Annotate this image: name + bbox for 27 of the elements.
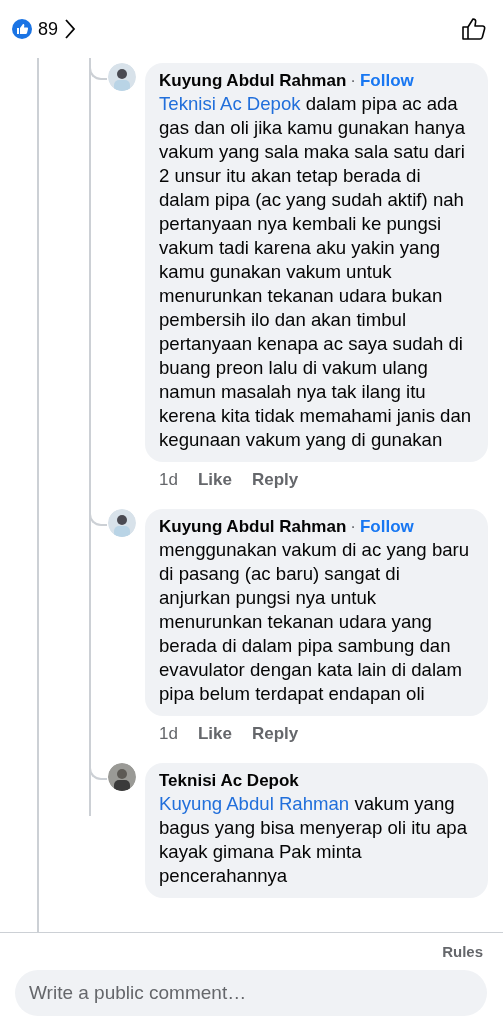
reply-link[interactable]: Reply: [251, 470, 299, 490]
comment-input[interactable]: Write a public comment…: [15, 970, 487, 1016]
follow-link[interactable]: Follow: [360, 71, 414, 91]
reply-link[interactable]: Reply: [251, 724, 299, 744]
separator-dot: ·: [350, 517, 356, 537]
avatar[interactable]: [108, 763, 136, 791]
mention-link[interactable]: Teknisi Ac Depok: [159, 93, 301, 114]
mention-link[interactable]: Kuyung Abdul Rahman: [159, 793, 350, 814]
like-link[interactable]: Like: [197, 724, 232, 744]
separator-dot: ·: [350, 71, 356, 91]
author-name[interactable]: Teknisi Ac Depok: [159, 771, 299, 791]
avatar[interactable]: [108, 63, 136, 91]
author-name[interactable]: Kuyung Abdul Rahman: [159, 71, 347, 91]
comment-time: 1d: [159, 724, 178, 744]
comment-text: menggunakan vakum di ac yang baru di pasang (ac baru) sangat di anjurkan pungsi nya untuk menurunkan tekanan udara yang berada di dalam pipa sambung dan evavulator dengan kata lain di dalam pipa belum terdapat endapan oli: [159, 538, 471, 706]
author-name[interactable]: Kuyung Abdul Rahman: [159, 517, 347, 537]
reaction-count[interactable]: 89: [38, 18, 59, 40]
comment-time: 1d: [159, 470, 178, 490]
follow-link[interactable]: Follow: [360, 517, 414, 537]
comment-text: Kuyung Abdul Rahman vakum yang bagus yang bisa menyerap oli itu apa kayak gimana Pak minta pencerahannya: [159, 792, 469, 888]
chevron-right-icon[interactable]: [64, 18, 77, 40]
like-reaction-icon: [12, 19, 32, 39]
avatar[interactable]: [108, 509, 136, 537]
rules-link[interactable]: Rules: [442, 943, 483, 960]
like-link[interactable]: Like: [197, 470, 232, 490]
like-icon[interactable]: [461, 16, 487, 42]
comment-text: Teknisi Ac Depok dalam pipa ac ada gas dan oli jika kamu gunakan hanya vakum yang sala maka sala satu dari 2 unsur itu akan tetap berada di dalam pipa (ac yang sudah aktif) nah pertanyaan nya kembali ke pungsi vakum tadi karena aku yakin yang kamu gunakan vakum untuk menurunkan tekanan udara bukan pembersih ilo dan akan timbul pertanyaan kenapa ac saya sudah di buang preon lalu di vakum ulang namun masalah nya tak ilang itu kerena kita tidak memahami janis dan kegunaan vakum yang di gunakan: [159, 92, 473, 452]
